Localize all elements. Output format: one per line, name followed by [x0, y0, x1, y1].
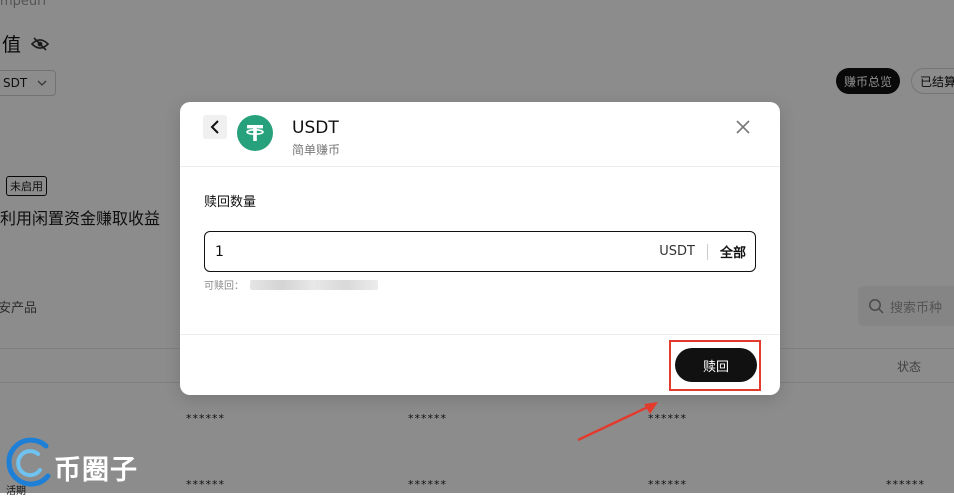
available-label: 可赎回： — [204, 281, 244, 292]
product-type: 简单赚币 — [292, 143, 341, 157]
redeem-amount-field: USDT 全部 — [204, 231, 756, 272]
watermark-text: 币圈子 — [54, 455, 138, 486]
annotation-highlight-box — [669, 340, 761, 391]
max-amount-button[interactable]: 全部 — [708, 242, 755, 261]
coin-name: USDT — [292, 118, 339, 138]
watermark-logo: 币圈子 — [2, 436, 152, 491]
watermark-swirl-icon — [6, 437, 51, 487]
available-amount: 可赎回： — [204, 277, 378, 292]
close-icon — [736, 120, 750, 134]
annotation-arrow — [577, 402, 658, 442]
back-button[interactable] — [203, 115, 227, 139]
dialog-header: USDT 简单赚币 — [180, 102, 780, 167]
redeem-amount-label: 赎回数量 — [204, 195, 257, 210]
chevron-left-icon — [210, 120, 219, 134]
footer-divider — [180, 334, 780, 335]
tether-t-icon — [246, 125, 264, 141]
redeem-amount-input[interactable] — [205, 231, 660, 272]
tether-logo-icon — [237, 115, 273, 151]
blurred-amount — [250, 279, 378, 290]
amount-unit: USDT — [659, 244, 695, 259]
close-button[interactable] — [734, 118, 752, 136]
